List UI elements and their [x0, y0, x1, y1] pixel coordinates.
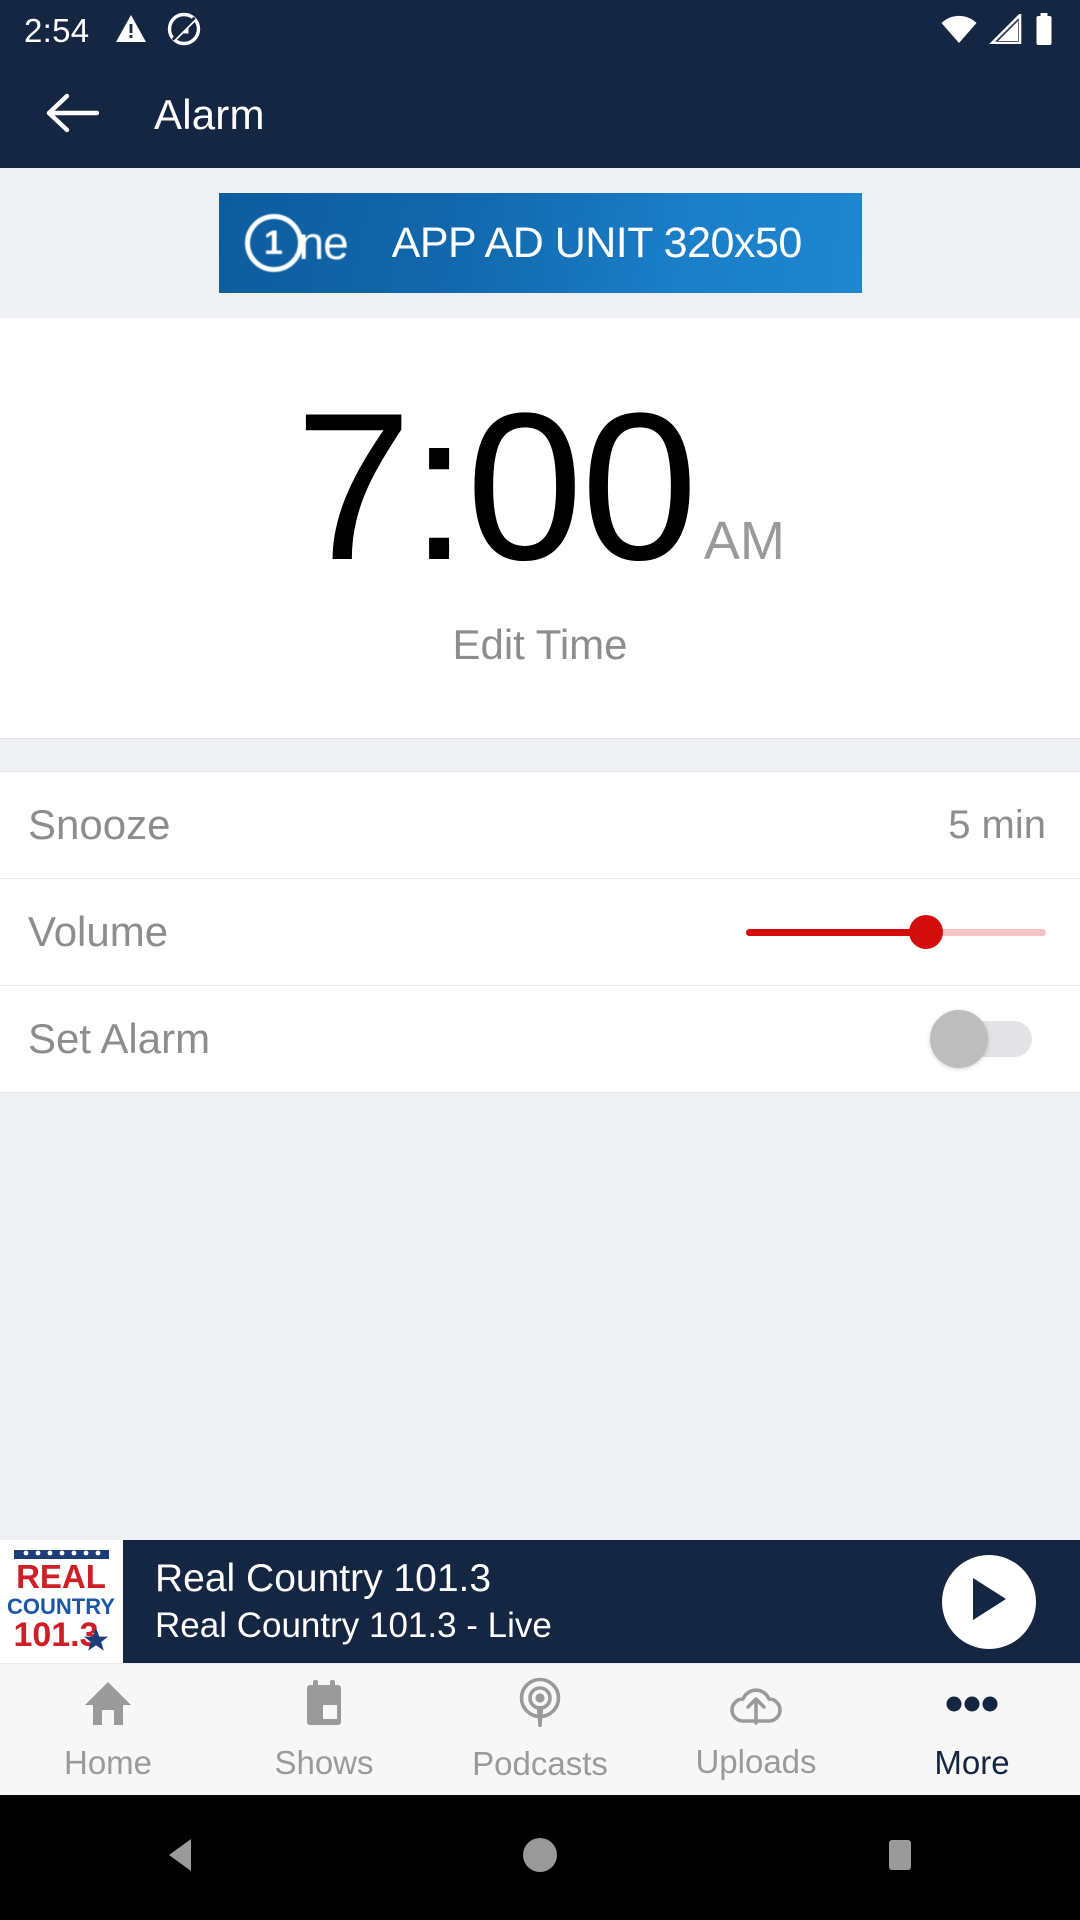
content-filler — [0, 1093, 1080, 1540]
calendar-icon — [299, 1678, 349, 1735]
android-home-icon — [520, 1835, 560, 1880]
app-screen: 2:54 Alarm 1 ne APP AD UNIT 320x50 7:00 … — [0, 0, 1080, 1920]
setting-row-volume[interactable]: Volume — [0, 879, 1080, 986]
station-artwork[interactable]: REAL COUNTRY 101.3 — [0, 1540, 123, 1663]
nav-item-shows[interactable]: Shows — [216, 1664, 432, 1795]
settings-list: Snooze 5 min Volume Set Alarm — [0, 772, 1080, 1093]
volume-slider[interactable] — [746, 902, 1046, 962]
volume-slider-thumb[interactable] — [909, 915, 943, 949]
play-button[interactable] — [942, 1554, 1036, 1649]
set-alarm-toggle[interactable] — [930, 1010, 1046, 1068]
mini-player: REAL COUNTRY 101.3 Real Country 101.3 Re… — [0, 1540, 1080, 1663]
alarm-time-value: 7:00 — [295, 369, 698, 605]
cloud-upload-icon — [727, 1679, 785, 1734]
android-navigation-bar — [0, 1795, 1080, 1920]
nav-label-podcasts: Podcasts — [472, 1744, 608, 1782]
android-recents-button[interactable] — [720, 1836, 1080, 1879]
nav-label-uploads: Uploads — [695, 1742, 817, 1780]
podcast-icon — [513, 1677, 567, 1736]
main-content: 7:00 AM Edit Time Snooze 5 min Volume Se… — [0, 318, 1080, 1540]
player-metadata[interactable]: Real Country 101.3 Real Country 101.3 - … — [155, 1557, 942, 1646]
ad-region: 1 ne APP AD UNIT 320x50 — [0, 168, 1080, 318]
alarm-time-area: 7:00 AM Edit Time — [0, 318, 1080, 738]
volume-slider-fill — [746, 928, 926, 936]
status-bar-right-icons — [940, 11, 1054, 50]
status-bar: 2:54 — [0, 0, 1080, 62]
bottom-navigation: Home Shows Podcasts Uploads More — [0, 1663, 1080, 1795]
setting-row-snooze[interactable]: Snooze 5 min — [0, 772, 1080, 879]
back-arrow-icon — [45, 92, 100, 139]
nav-label-home: Home — [63, 1743, 153, 1781]
do-not-disturb-icon — [167, 12, 201, 51]
ad-banner-text: APP AD UNIT 320x50 — [391, 218, 803, 267]
alarm-time-row: 7:00 AM — [295, 369, 785, 605]
status-bar-clock: 2:54 — [24, 12, 90, 49]
nav-item-podcasts[interactable]: Podcasts — [432, 1664, 648, 1795]
android-back-button[interactable] — [0, 1836, 360, 1879]
nav-item-uploads[interactable]: Uploads — [648, 1664, 864, 1795]
android-recents-icon — [883, 1836, 917, 1879]
section-divider — [0, 738, 1080, 772]
nav-label-more: More — [934, 1743, 1010, 1781]
nav-item-more[interactable]: More — [864, 1664, 1080, 1795]
play-icon — [968, 1576, 1010, 1627]
edit-time-button[interactable]: Edit Time — [452, 621, 627, 669]
wifi-icon — [940, 14, 978, 49]
player-title: Real Country 101.3 — [155, 1557, 492, 1600]
setting-row-set-alarm[interactable]: Set Alarm — [0, 986, 1080, 1093]
home-icon — [81, 1678, 135, 1735]
back-button[interactable] — [34, 77, 110, 153]
snooze-value: 5 min — [948, 802, 1046, 847]
set-alarm-label: Set Alarm — [28, 1015, 211, 1062]
svg-text:REAL: REAL — [16, 1558, 106, 1595]
ad-logo-text: ne — [298, 217, 349, 269]
snooze-label: Snooze — [28, 801, 171, 848]
more-dots-icon — [941, 1678, 1003, 1735]
alarm-meridiem: AM — [703, 511, 785, 572]
set-alarm-toggle-thumb[interactable] — [930, 1010, 988, 1068]
ad-logo: 1 ne — [244, 214, 349, 272]
page-title: Alarm — [154, 91, 265, 138]
nav-label-shows: Shows — [274, 1743, 374, 1781]
svg-text:101.3: 101.3 — [13, 1616, 98, 1654]
ad-logo-digit: 1 — [244, 214, 303, 272]
app-bar: Alarm — [0, 62, 1080, 168]
battery-icon — [1034, 12, 1054, 50]
android-home-button[interactable] — [360, 1835, 720, 1880]
status-bar-left-icons — [115, 12, 201, 51]
player-subtitle: Real Country 101.3 - Live — [155, 1606, 552, 1645]
volume-label: Volume — [28, 908, 169, 955]
nav-item-home[interactable]: Home — [0, 1664, 216, 1795]
warning-triangle-icon — [115, 14, 147, 49]
android-back-icon — [163, 1836, 197, 1879]
ad-banner[interactable]: 1 ne APP AD UNIT 320x50 — [218, 193, 862, 293]
cell-signal-icon — [988, 11, 1023, 49]
